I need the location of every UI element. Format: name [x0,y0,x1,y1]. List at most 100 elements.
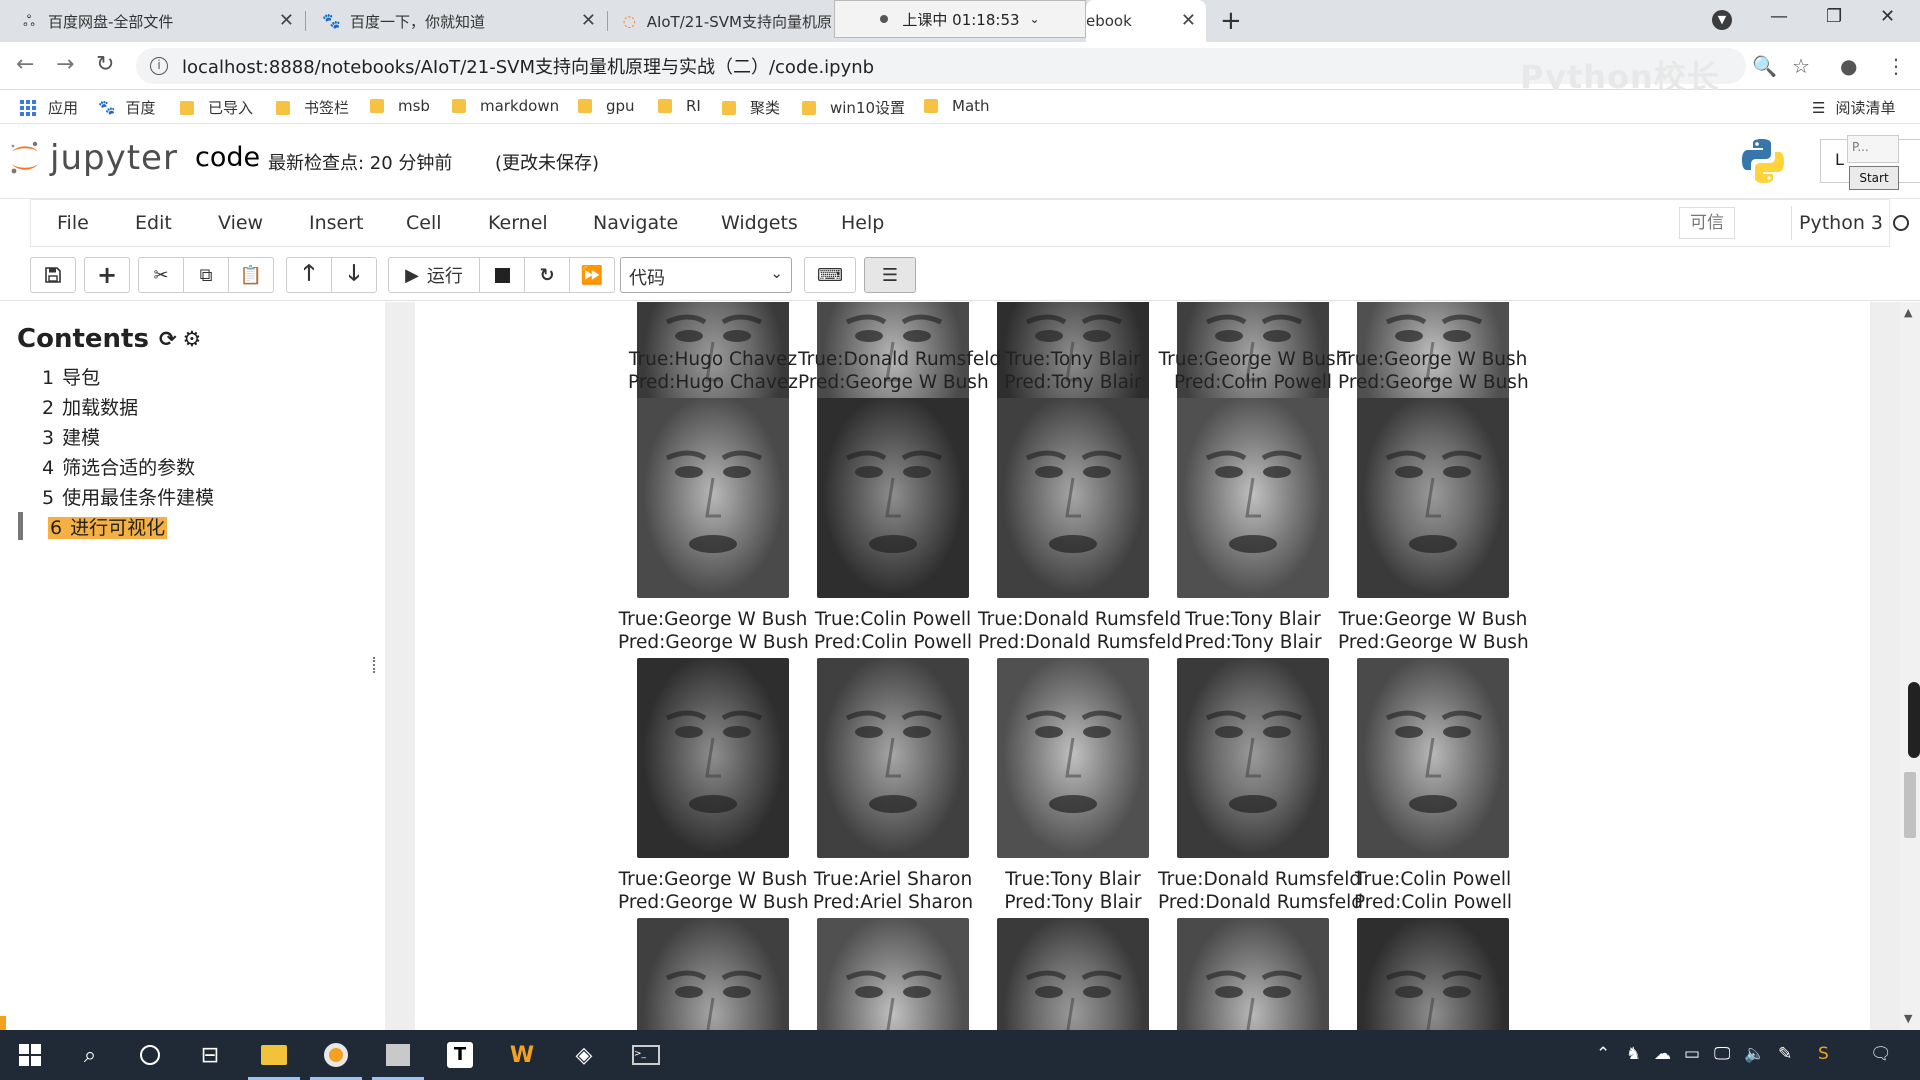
cortana-icon[interactable] [132,1038,168,1072]
battery-icon[interactable]: ▭ [1684,1044,1700,1064]
kernel-name[interactable]: Python 3 [1799,212,1883,234]
back-button[interactable]: ← [16,52,34,77]
minimize-button[interactable]: — [1770,6,1788,27]
toc-item[interactable]: 4 筛选合适的参数 [42,453,195,480]
scroll-down-icon[interactable]: ▼ [1904,1012,1912,1025]
menu-file[interactable]: File [57,212,89,234]
tab-baidu-netdisk[interactable]: ஃ 百度网盘-全部文件 ✕ [20,0,306,42]
menu-navigate[interactable]: Navigate [593,212,678,234]
task-view-icon[interactable]: ⊟ [192,1038,228,1072]
bookmark-folder-bar[interactable]: 书签栏 [276,97,349,118]
paint-app-icon[interactable] [372,1038,424,1080]
notifications-icon[interactable]: 🗨 [1870,1044,1892,1064]
menu-cell[interactable]: Cell [406,212,442,234]
trusted-indicator[interactable]: 可信 [1679,207,1735,239]
toc-item[interactable]: 2 加载数据 [42,393,138,420]
menu-widgets[interactable]: Widgets [721,212,798,234]
bookmark-folder-cluster[interactable]: 聚类 [722,97,780,118]
interrupt-button[interactable] [479,257,525,293]
move-up-button[interactable]: 🡑 [286,257,332,293]
wps-icon[interactable]: W [504,1038,540,1072]
close-icon[interactable]: ✕ [1181,10,1196,31]
tray-app-icon[interactable]: ♞ [1626,1044,1641,1064]
profile-icon[interactable]: ● [1840,54,1857,78]
toc-item-active[interactable]: 6 进行可视化 [48,513,168,540]
sogou-ime-icon[interactable]: S [1818,1044,1829,1064]
scrollbar-thumb[interactable] [1904,772,1916,838]
cut-button[interactable]: ✂ [138,257,184,293]
terminal-icon[interactable]: >_ [628,1038,664,1072]
menu-edit[interactable]: Edit [135,212,172,234]
chrome-icon[interactable] [310,1038,362,1080]
cell-type-select[interactable]: 代码 ⌄ [620,257,792,293]
file-explorer-icon[interactable] [248,1038,300,1080]
info-icon[interactable]: i [150,57,168,75]
bookmark-folder-ri[interactable]: RI [658,97,701,115]
package-app-icon[interactable]: ◈ [566,1038,602,1072]
new-tab-button[interactable]: + [1220,6,1242,36]
save-button[interactable] [30,257,76,293]
sidebar-resize-handle[interactable] [373,657,377,673]
bookmark-folder-win10[interactable]: win10设置 [802,97,905,118]
face-prediction-label: True:Donald Rumsfeld Pred:George W Bush [798,348,1001,394]
search-icon[interactable]: ⌕ [72,1038,108,1072]
toc-item[interactable]: 3 建模 [42,423,100,450]
url-field[interactable]: i localhost:8888/notebooks/AIoT/21-SVM支持… [136,48,1746,84]
more-menu-icon[interactable]: ⋮ [1886,54,1906,78]
close-icon[interactable]: ✕ [279,10,294,31]
start-button[interactable]: Start [1849,166,1899,190]
tab-aiot-notebook[interactable]: ◌ AIoT/21-SVM支持向量机原 [622,0,832,42]
toc-toggle-button[interactable]: ☰ [864,257,916,293]
onedrive-icon[interactable]: ☁ [1654,1044,1671,1064]
notebook-name[interactable]: code [195,142,260,173]
recording-timer-popup[interactable]: 上课中 01:18:53 ⌄ [834,0,1086,38]
close-icon[interactable]: ✕ [581,10,596,31]
face-image [1177,658,1329,858]
insert-cell-button[interactable]: + [84,257,130,293]
bookmark-apps[interactable]: 应用 [20,97,78,118]
close-window-button[interactable]: ✕ [1880,6,1895,27]
menu-insert[interactable]: Insert [309,212,364,234]
windows-start-icon[interactable] [12,1038,48,1072]
chevron-up-icon[interactable]: ⌃ [1596,1044,1610,1064]
bookmark-star-icon[interactable]: ☆ [1792,54,1810,78]
toc-item[interactable]: 5 使用最佳条件建模 [42,483,214,510]
restart-button[interactable]: ↻ [524,257,570,293]
run-button[interactable]: ▶ 运行 [388,257,480,293]
menu-view[interactable]: View [218,212,263,234]
forward-button[interactable]: → [56,52,74,77]
record-dot-icon [880,15,889,23]
restore-button[interactable]: ❐ [1826,6,1842,27]
bookmark-folder-math[interactable]: Math [924,97,990,115]
bookmark-folder-markdown[interactable]: markdown [452,97,559,115]
menu-help[interactable]: Help [841,212,884,234]
scroll-up-icon[interactable]: ▲ [1904,306,1912,319]
play-icon: ▶ [405,264,419,286]
tab-search-icon[interactable]: ▼ [1712,10,1732,30]
chevron-down-icon[interactable]: ⌄ [1030,12,1040,26]
bookmark-folder-gpu[interactable]: gpu [578,97,635,115]
reload-button[interactable]: ↻ [96,52,114,77]
menu-kernel[interactable]: Kernel [488,212,548,234]
typora-icon[interactable]: T [442,1038,478,1072]
jupyter-logo[interactable]: jupyter [8,138,178,178]
refresh-icon[interactable]: ⟳ [159,327,177,351]
page-scrollbar[interactable]: ▲ ▼ [1900,302,1920,1030]
volume-icon[interactable]: 🔈 [1744,1044,1765,1064]
tab-ebook[interactable]: ebook ✕ [1086,0,1206,42]
pen-icon[interactable]: ✎ [1778,1044,1792,1064]
paste-button[interactable]: 📋 [228,257,274,293]
bookmark-folder-msb[interactable]: msb [370,97,430,115]
toc-item[interactable]: 1 导包 [42,363,100,390]
copy-button[interactable]: ⧉ [183,257,229,293]
command-palette-button[interactable]: ⌨ [804,257,856,293]
bookmark-baidu[interactable]: 🐾 百度 [98,97,155,118]
network-icon[interactable]: 🖵 [1714,1044,1730,1064]
bookmark-folder-imported[interactable]: 已导入 [180,97,253,118]
restart-run-all-button[interactable]: ⏩ [569,257,615,293]
zoom-icon[interactable]: 🔍 [1752,54,1777,78]
reading-list[interactable]: ☰ 阅读清单 [1812,97,1895,118]
move-down-button[interactable]: 🡓 [331,257,377,293]
gear-icon[interactable]: ⚙ [183,327,202,351]
tab-baidu-search[interactable]: 🐾 百度一下，你就知道 ✕ [322,0,608,42]
